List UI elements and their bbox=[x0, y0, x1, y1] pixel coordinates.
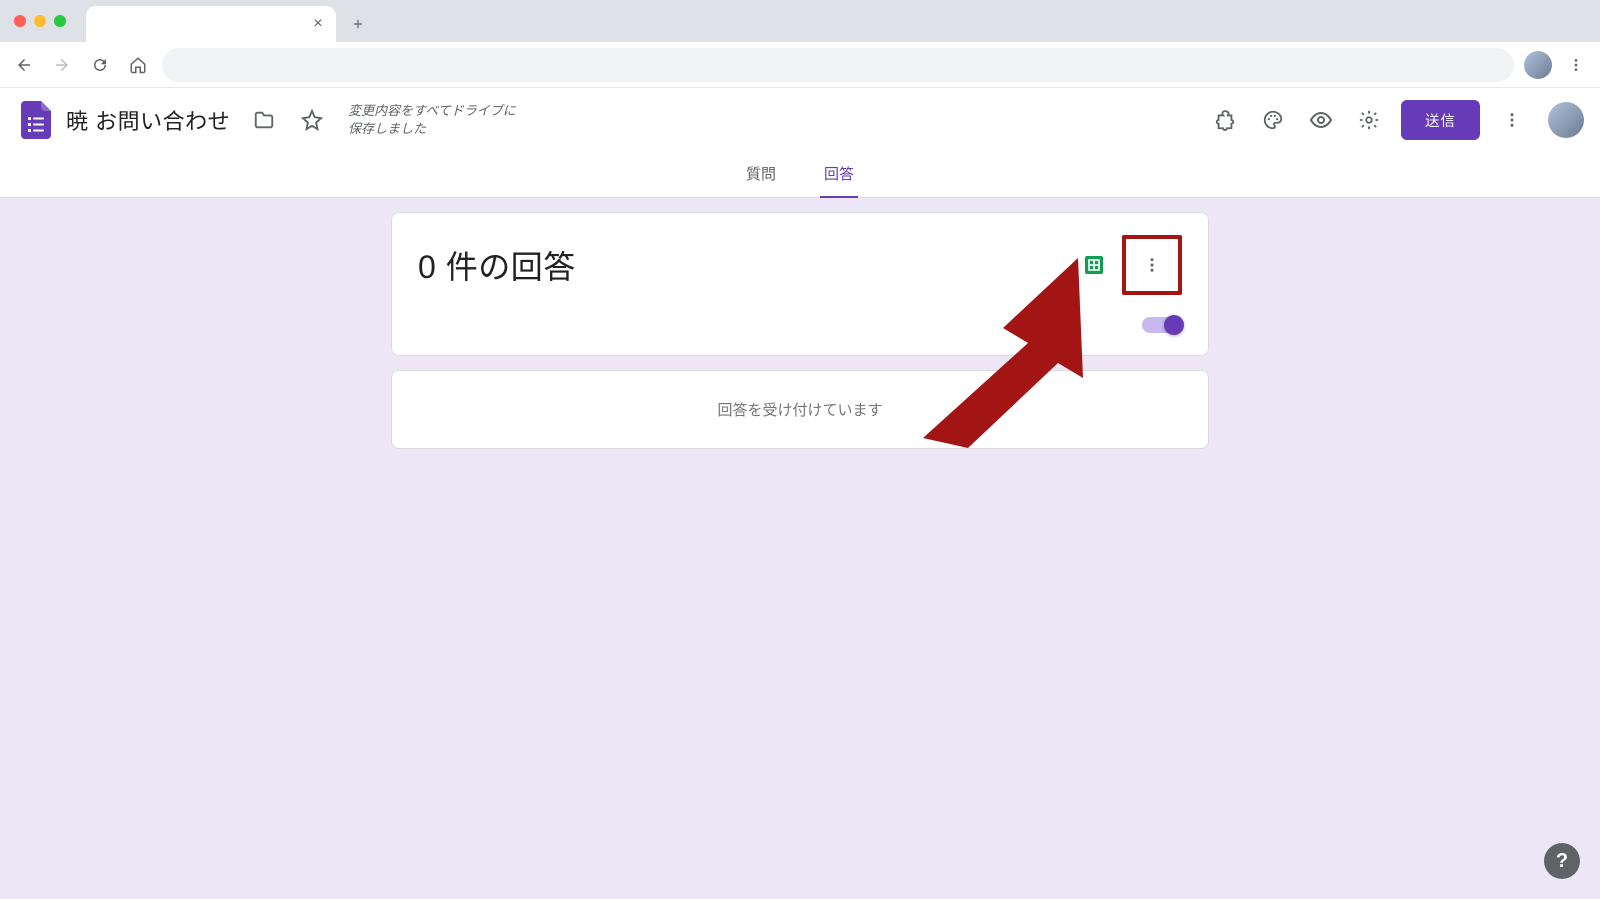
help-icon: ? bbox=[1556, 850, 1568, 873]
folder-icon bbox=[253, 109, 275, 131]
window-minimize[interactable] bbox=[34, 15, 46, 27]
page-body: 0 件の回答 bbox=[0, 198, 1600, 899]
arrow-right-icon bbox=[53, 56, 71, 74]
response-count: 0 件の回答 bbox=[418, 242, 576, 288]
close-tab-icon[interactable]: × bbox=[310, 16, 326, 32]
help-button[interactable]: ? bbox=[1544, 843, 1580, 879]
address-bar[interactable] bbox=[162, 48, 1514, 82]
reload-icon bbox=[91, 56, 109, 74]
window-close[interactable] bbox=[14, 15, 26, 27]
chrome-profile-avatar[interactable] bbox=[1524, 51, 1552, 79]
tab-strip: × bbox=[0, 0, 1600, 42]
eye-icon bbox=[1309, 108, 1333, 132]
reload-button[interactable] bbox=[86, 51, 114, 79]
chrome-menu-button[interactable] bbox=[1562, 51, 1590, 79]
form-title[interactable]: 暁 お問い合わせ bbox=[64, 104, 236, 136]
accepting-toggle-row bbox=[418, 317, 1182, 333]
address-bar-row bbox=[0, 42, 1600, 88]
new-tab-button[interactable] bbox=[344, 10, 372, 38]
toggle-knob bbox=[1164, 315, 1184, 335]
create-spreadsheet-button[interactable] bbox=[1080, 251, 1108, 279]
more-vert-icon bbox=[1143, 256, 1161, 274]
preview-button[interactable] bbox=[1301, 100, 1341, 140]
puzzle-icon bbox=[1214, 109, 1236, 131]
header-more-button[interactable] bbox=[1492, 100, 1532, 140]
home-button[interactable] bbox=[124, 51, 152, 79]
form-tabs: 質問 回答 bbox=[0, 152, 1600, 198]
accepting-responses-toggle[interactable] bbox=[1142, 317, 1182, 333]
responses-more-button[interactable] bbox=[1128, 241, 1176, 289]
settings-button[interactable] bbox=[1349, 100, 1389, 140]
save-status-line2: 保存しました bbox=[348, 120, 516, 138]
browser-tab[interactable]: × bbox=[86, 6, 336, 42]
responses-header: 0 件の回答 bbox=[418, 235, 1182, 295]
save-status: 変更内容をすべてドライブに 保存しました bbox=[348, 102, 516, 138]
home-icon bbox=[129, 56, 147, 74]
forward-button[interactable] bbox=[48, 51, 76, 79]
forms-logo-icon bbox=[21, 101, 51, 139]
plus-icon bbox=[351, 17, 365, 31]
window-maximize[interactable] bbox=[54, 15, 66, 27]
accepting-status-text: 回答を受け付けています bbox=[717, 402, 882, 419]
move-to-folder-button[interactable] bbox=[244, 100, 284, 140]
star-icon bbox=[301, 109, 323, 131]
forms-logo[interactable] bbox=[16, 100, 56, 140]
window-controls bbox=[0, 0, 80, 42]
account-avatar[interactable] bbox=[1548, 102, 1584, 138]
arrow-left-icon bbox=[15, 56, 33, 74]
annotation-highlight bbox=[1122, 235, 1182, 295]
tab-responses[interactable]: 回答 bbox=[820, 151, 858, 199]
addons-button[interactable] bbox=[1205, 100, 1245, 140]
tab-questions[interactable]: 質問 bbox=[742, 151, 780, 199]
sheets-icon bbox=[1082, 253, 1106, 277]
responses-card: 0 件の回答 bbox=[391, 212, 1209, 356]
more-vert-icon bbox=[1503, 111, 1521, 129]
accepting-status-card: 回答を受け付けています bbox=[391, 370, 1209, 449]
app-header: 暁 お問い合わせ 変更内容をすべてドライブに 保存しました 送信 bbox=[0, 88, 1600, 152]
more-vert-icon bbox=[1568, 57, 1584, 73]
palette-icon bbox=[1262, 109, 1284, 131]
back-button[interactable] bbox=[10, 51, 38, 79]
send-button[interactable]: 送信 bbox=[1401, 100, 1480, 140]
star-button[interactable] bbox=[292, 100, 332, 140]
gear-icon bbox=[1358, 109, 1380, 131]
save-status-line1: 変更内容をすべてドライブに bbox=[348, 102, 516, 120]
theme-button[interactable] bbox=[1253, 100, 1293, 140]
browser-chrome: × bbox=[0, 0, 1600, 88]
